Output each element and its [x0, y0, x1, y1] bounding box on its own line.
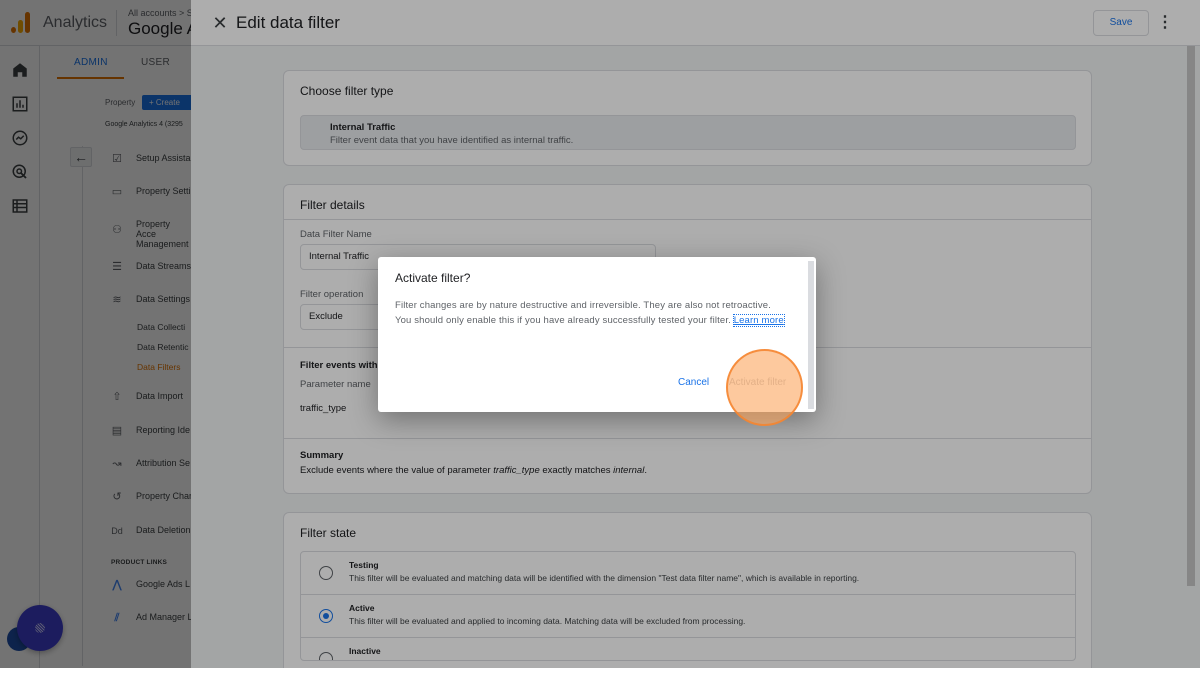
dialog-scrollbar[interactable]: [808, 261, 814, 409]
viewport: Analytics All accounts > S Google A ADMI…: [0, 0, 1200, 668]
dialog-body: Filter changes are by nature destructive…: [395, 299, 785, 328]
click-indicator: [726, 349, 803, 426]
learn-more-link[interactable]: Learn more: [732, 313, 785, 327]
scrim: [0, 0, 191, 668]
dialog-body-text: Filter changes are by nature destructive…: [395, 300, 771, 326]
bottom-strip: [0, 668, 1200, 676]
cancel-button[interactable]: Cancel: [678, 377, 709, 388]
dialog-title: Activate filter?: [395, 271, 471, 285]
